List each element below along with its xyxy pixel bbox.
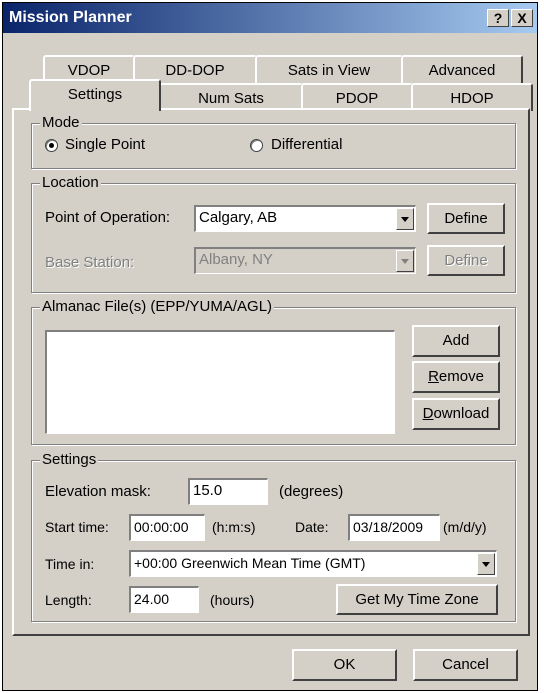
- get-my-time-zone-button[interactable]: Get My Time Zone: [336, 584, 498, 615]
- base-station-label: Base Station:: [45, 254, 135, 271]
- mode-group: Mode Single Point Differential: [31, 114, 516, 169]
- tab-hdop[interactable]: HDOP: [411, 83, 533, 111]
- time-zone-combo[interactable]: +00:00 Greenwich Mean Time (GMT): [129, 550, 497, 577]
- base-station-combo[interactable]: Albany, NY: [194, 247, 416, 274]
- add-button[interactable]: Add: [412, 325, 500, 357]
- download-mnemonic: D: [422, 405, 434, 422]
- remove-mnemonic: R: [428, 368, 439, 385]
- define-base-button[interactable]: Define: [427, 245, 505, 276]
- almanac-group-label: Almanac File(s) (EPP/YUMA/AGL): [40, 298, 275, 315]
- location-group-label: Location: [40, 174, 101, 191]
- date-label: Date:: [295, 519, 329, 535]
- help-button[interactable]: ?: [487, 9, 509, 27]
- time-in-label: Time in:: [45, 556, 95, 572]
- tab-num-sats[interactable]: Num Sats: [159, 83, 303, 111]
- mode-group-label: Mode: [40, 114, 82, 131]
- single-point-radio[interactable]: [45, 139, 58, 152]
- mission-planner-window: Mission Planner ? X VDOP DD-DOP Sats in …: [2, 2, 538, 691]
- elevation-mask-input[interactable]: 15.0: [188, 478, 268, 505]
- almanac-group: Almanac File(s) (EPP/YUMA/AGL) Add Remov…: [31, 298, 516, 445]
- date-input[interactable]: 03/18/2009: [348, 514, 440, 541]
- settings-panel: Mode Single Point Differential Location …: [12, 108, 530, 636]
- define-point-button[interactable]: Define: [427, 203, 505, 234]
- download-button[interactable]: Download: [412, 398, 500, 430]
- settings-group: Settings Elevation mask: 15.0 (degrees) …: [31, 451, 516, 622]
- location-group: Location Point of Operation: Calgary, AB…: [31, 174, 516, 293]
- date-unit: (m/d/y): [443, 519, 487, 535]
- point-of-operation-value: Calgary, AB: [199, 209, 278, 226]
- tab-advanced[interactable]: Advanced: [401, 55, 523, 83]
- length-input[interactable]: 24.00: [129, 586, 199, 613]
- ok-button[interactable]: OK: [292, 649, 397, 681]
- title-bar: Mission Planner ? X: [3, 3, 537, 33]
- chevron-down-icon[interactable]: [477, 553, 495, 575]
- download-rest: ownload: [433, 405, 490, 422]
- chevron-down-icon[interactable]: [396, 250, 414, 272]
- single-point-label[interactable]: Single Point: [65, 136, 145, 153]
- time-zone-value: +00:00 Greenwich Mean Time (GMT): [134, 555, 366, 571]
- start-time-input[interactable]: 00:00:00: [129, 514, 205, 541]
- start-time-unit: (h:m:s): [212, 519, 256, 535]
- cancel-button[interactable]: Cancel: [413, 649, 518, 681]
- point-of-operation-label: Point of Operation:: [45, 209, 171, 226]
- base-station-value: Albany, NY: [199, 251, 273, 268]
- elevation-unit-label: (degrees): [279, 483, 344, 500]
- length-label: Length:: [45, 592, 92, 608]
- length-unit: (hours): [210, 592, 255, 608]
- almanac-file-list[interactable]: [45, 330, 395, 434]
- start-time-label: Start time:: [45, 519, 109, 535]
- settings-group-label: Settings: [40, 451, 99, 468]
- elevation-mask-label: Elevation mask:: [45, 483, 151, 500]
- tab-pdop[interactable]: PDOP: [301, 83, 413, 111]
- tab-sats-in-view[interactable]: Sats in View: [255, 55, 403, 83]
- close-button[interactable]: X: [511, 9, 533, 27]
- remove-rest: emove: [438, 368, 484, 385]
- window-title: Mission Planner: [9, 9, 132, 26]
- point-of-operation-combo[interactable]: Calgary, AB: [194, 205, 416, 232]
- differential-radio[interactable]: [250, 139, 263, 152]
- differential-label[interactable]: Differential: [271, 136, 342, 153]
- remove-button[interactable]: Remove: [412, 361, 500, 393]
- tab-settings[interactable]: Settings: [29, 79, 161, 111]
- chevron-down-icon[interactable]: [396, 208, 414, 230]
